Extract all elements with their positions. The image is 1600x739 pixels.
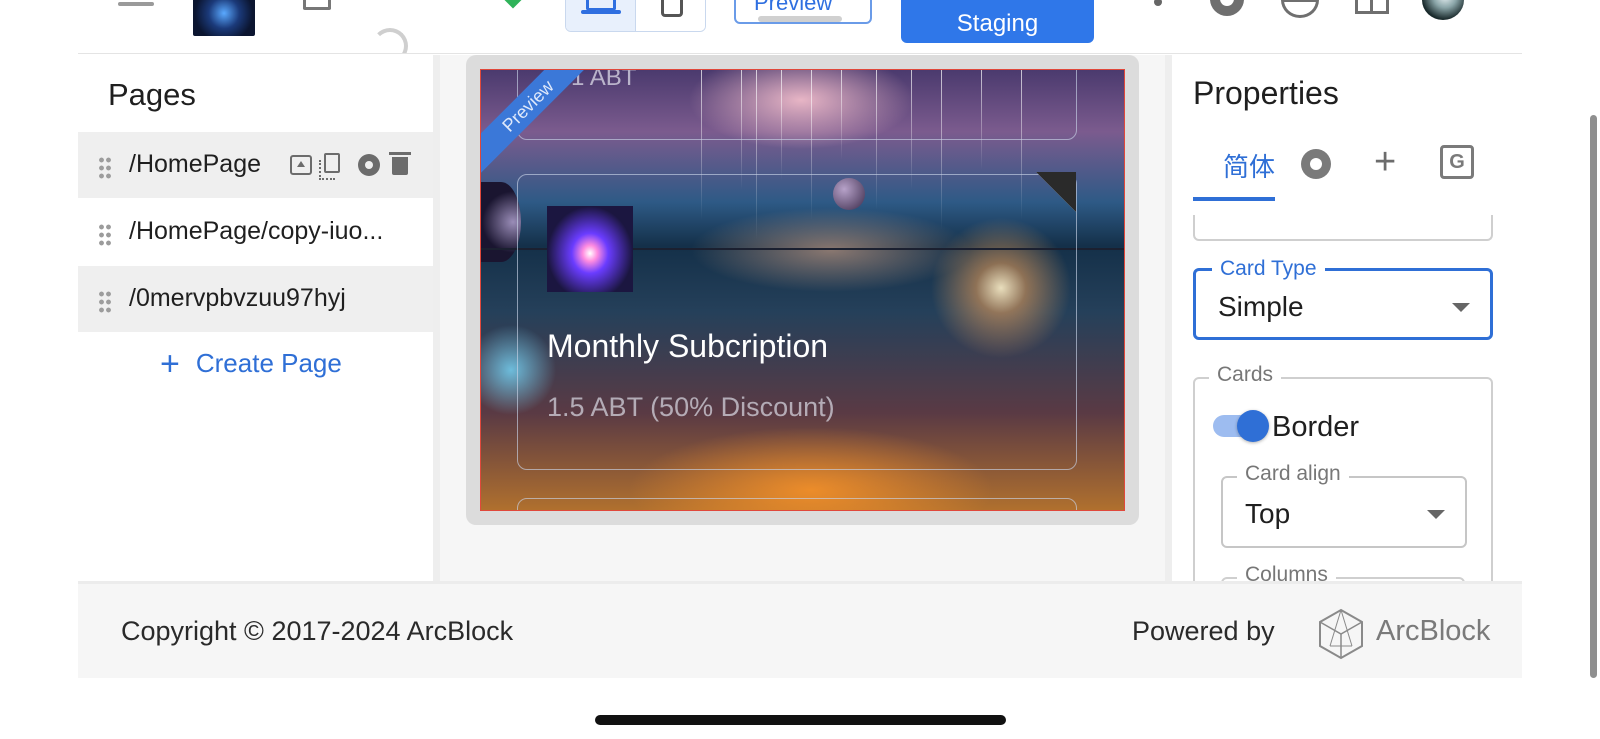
panel-gutter	[433, 55, 440, 581]
create-page-button[interactable]: + Create Page	[160, 345, 342, 383]
mode-select-value: Preview	[754, 0, 833, 15]
cards-fieldset: Cards Border Card align Top Columns	[1193, 363, 1493, 581]
page-settings-icon[interactable]	[358, 154, 380, 176]
site-logo[interactable]	[193, 0, 255, 36]
chevron-down-icon	[1452, 303, 1470, 312]
card-align-select[interactable]: Card align Top	[1221, 462, 1467, 548]
more-options-icon[interactable]	[1154, 0, 1162, 10]
page-item-homepage[interactable]: /HomePage	[78, 132, 433, 198]
home-indicator[interactable]	[595, 715, 1006, 725]
desktop-icon	[581, 0, 621, 14]
toolbar-divider	[78, 53, 1522, 54]
avatar[interactable]	[1422, 0, 1464, 20]
footer: Copyright © 2017-2024 ArcBlock Powered b…	[78, 581, 1522, 678]
delete-icon[interactable]	[389, 152, 411, 175]
card-type-label: Card Type	[1212, 257, 1325, 281]
page-item-label: /HomePage	[129, 150, 262, 178]
fullscreen-icon[interactable]	[303, 0, 331, 10]
border-toggle[interactable]	[1213, 410, 1269, 442]
properties-title: Properties	[1193, 75, 1339, 111]
create-page-label: Create Page	[195, 348, 342, 378]
mobile-view-button[interactable]	[636, 0, 705, 31]
card-align-label: Card align	[1237, 462, 1349, 486]
redo-icon[interactable]	[370, 24, 408, 54]
top-toolbar: Preview Staging	[0, 0, 1600, 54]
page-item-label: /HomePage/copy-iuo...	[129, 217, 384, 245]
card-type-value: Simple	[1218, 291, 1304, 322]
page-item-0mervpbvzuu97hyj[interactable]: /0mervpbvzuu97hyj	[78, 266, 433, 332]
add-icon[interactable]: +	[1374, 143, 1396, 181]
drag-handle-icon[interactable]	[98, 156, 112, 180]
card-type-select[interactable]: Card Type Simple	[1193, 257, 1493, 340]
properties-panel: Properties 简体 + G Card Type Simple Cards…	[1165, 55, 1522, 581]
tab-language[interactable]: 简体	[1223, 147, 1275, 184]
canvas-area: 1 ABT Monthly Subcription 1.5 ABT (50% D…	[440, 55, 1165, 581]
pages-title: Pages	[108, 77, 196, 112]
card-align-value: Top	[1245, 498, 1291, 529]
page-item-label: /0mervpbvzuu97hyj	[129, 284, 346, 312]
copyright-text: Copyright © 2017-2024 ArcBlock	[121, 616, 514, 646]
panel-gutter	[1165, 55, 1172, 581]
border-label: Border	[1272, 411, 1360, 443]
mode-select[interactable]: Preview	[734, 0, 872, 24]
preview-canvas[interactable]: 1 ABT Monthly Subcription 1.5 ABT (50% D…	[480, 69, 1125, 511]
desktop-view-button[interactable]	[566, 0, 636, 31]
drag-handle-icon[interactable]	[98, 223, 112, 247]
plus-icon: +	[160, 345, 180, 383]
device-toggle	[565, 0, 706, 32]
card-title: Monthly Subcription	[547, 328, 829, 364]
mode-select-bar	[758, 16, 842, 22]
card-subtitle: 1.5 ABT (50% Discount)	[547, 392, 835, 422]
planet-image	[481, 182, 521, 262]
card-image	[547, 206, 633, 292]
globe-icon[interactable]	[1281, 0, 1319, 18]
arcblock-brand[interactable]: ArcBlock	[1376, 615, 1490, 648]
properties-tabs: 简体 + G	[1193, 137, 1493, 203]
mobile-icon	[661, 0, 683, 17]
card-outline[interactable]	[517, 498, 1077, 510]
drag-handle-icon[interactable]	[98, 290, 112, 314]
page-item-homepage-copy[interactable]: /HomePage/copy-iuo...	[78, 199, 433, 265]
preview-frame: 1 ABT Monthly Subcription 1.5 ABT (50% D…	[466, 55, 1139, 525]
active-tab-indicator	[1193, 197, 1275, 201]
toggle-knob	[1237, 410, 1269, 442]
settings-icon[interactable]	[1210, 0, 1244, 16]
cards-label: Cards	[1209, 363, 1282, 387]
status-indicator-icon	[504, 0, 522, 9]
field-above[interactable]	[1193, 215, 1493, 241]
translate-icon[interactable]: G	[1440, 145, 1474, 179]
powered-by-text: Powered by	[1132, 616, 1275, 646]
menu-icon[interactable]	[118, 2, 154, 6]
chevron-down-icon	[1427, 510, 1445, 519]
scrollbar[interactable]	[1590, 115, 1597, 678]
columns-label: Columns	[1237, 563, 1336, 581]
layout-icon[interactable]	[1355, 0, 1389, 14]
tab-settings-icon[interactable]	[1301, 149, 1331, 179]
staging-button[interactable]: Staging	[901, 0, 1094, 43]
publish-icon[interactable]	[290, 155, 312, 175]
pages-panel: Pages /HomePage /HomePage/copy-iuo... /0…	[78, 55, 440, 581]
copy-icon[interactable]	[319, 153, 340, 180]
arcblock-logo-icon[interactable]	[1318, 608, 1364, 660]
